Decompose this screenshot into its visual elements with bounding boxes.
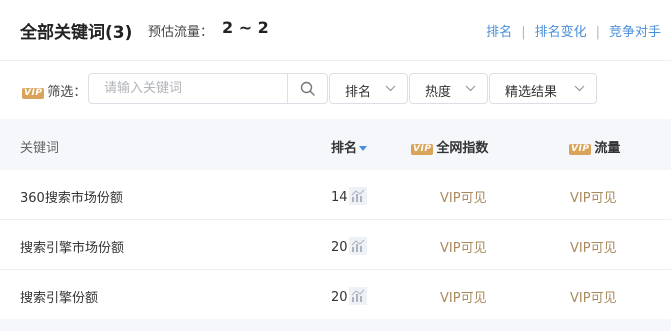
filter-label: VIP 筛选： [22, 81, 86, 100]
rank-link[interactable]: 排名 [486, 25, 512, 40]
traffic-cell: VIP可见 [570, 241, 617, 256]
rank-filter-dropdown[interactable]: 排名 [329, 73, 408, 104]
vip-badge: VIP [569, 144, 592, 155]
link-separator: | [595, 25, 600, 40]
table-header: 关键词 排名 VIP 全网指数 VIP 流量 [0, 119, 671, 170]
competitors-link[interactable]: 竞争对手 [609, 25, 661, 40]
index-cell: VIP可见 [440, 291, 487, 306]
keyword-search-box [88, 73, 328, 104]
keyword-cell: 搜索引擎份额 [20, 291, 99, 306]
rank-value: 20 [331, 240, 348, 255]
traffic-cell: VIP可见 [570, 291, 617, 306]
chevron-down-icon [385, 85, 396, 92]
table-footer-shade [0, 319, 671, 331]
rank-cell: 14 [331, 187, 367, 205]
index-cell: VIP可见 [440, 241, 487, 256]
keyword-search-input[interactable] [89, 74, 289, 103]
keyword-cell: 360搜索市场份额 [20, 191, 123, 206]
traffic-value: 2 ~ 2 [222, 18, 269, 37]
traffic-cell: VIP可见 [570, 191, 617, 206]
search-button[interactable] [287, 74, 327, 103]
dropdown-label: 精选结果 [505, 85, 558, 100]
rank-cell: 20 [331, 237, 367, 255]
dropdown-label: 排名 [345, 85, 372, 100]
search-icon [300, 81, 315, 96]
sort-down-icon[interactable] [359, 140, 368, 155]
table-row: 搜索引擎市场份额 20 VIP可见 VIP可见 [0, 220, 671, 270]
index-column-label: 全网指数 [436, 141, 489, 156]
rank-change-link[interactable]: 排名变化 [535, 25, 587, 40]
table-row: 搜索引擎份额 20 VIP可见 VIP可见 [0, 270, 671, 320]
dropdown-label: 热度 [425, 85, 452, 100]
rank-column-label: 排名 [331, 141, 358, 156]
traffic-column-header: VIP 流量 [569, 137, 620, 156]
rank-cell: 20 [331, 287, 367, 305]
trend-chart-icon[interactable] [348, 237, 367, 255]
keyword-cell: 搜索引擎市场份额 [20, 241, 125, 256]
chevron-down-icon [465, 85, 476, 92]
trend-chart-icon[interactable] [348, 187, 367, 205]
rank-value: 14 [331, 190, 348, 205]
link-separator: | [521, 25, 526, 40]
table-row: 360搜索市场份额 14 VIP可见 VIP可见 [0, 170, 671, 220]
page-header: 全部关键词(3) 预估流量： 2 ~ 2 排名 | 排名变化 | 竞争对手 [0, 0, 671, 61]
filter-label-text: 筛选： [47, 85, 87, 100]
rank-column-header[interactable]: 排名 [331, 137, 368, 156]
filter-bar: VIP筛选： 排名 热度 精选结果 [0, 61, 671, 118]
index-column-header: VIP 全网指数 [411, 137, 488, 156]
trend-chart-icon[interactable] [348, 287, 367, 305]
index-cell: VIP可见 [440, 191, 487, 206]
chevron-down-icon [574, 85, 585, 92]
rank-value: 20 [331, 290, 348, 305]
header-links: 排名 | 排名变化 | 竞争对手 [486, 21, 661, 40]
traffic-column-label: 流量 [594, 141, 621, 156]
vip-badge: VIP [22, 88, 45, 99]
vip-badge: VIP [411, 144, 434, 155]
keyword-column-header: 关键词 [20, 141, 60, 156]
popularity-filter-dropdown[interactable]: 热度 [409, 73, 488, 104]
traffic-label: 预估流量： [148, 25, 214, 40]
page-title: 全部关键词(3) [20, 23, 133, 43]
featured-results-dropdown[interactable]: 精选结果 [489, 73, 597, 104]
